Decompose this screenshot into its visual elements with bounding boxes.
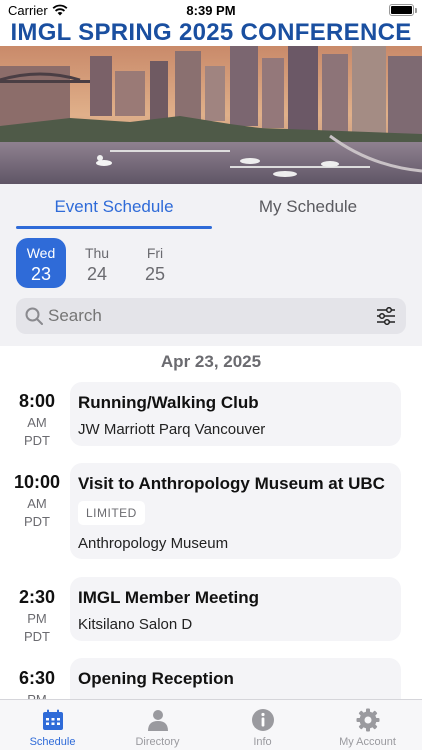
gear-icon	[356, 708, 380, 732]
nav-schedule[interactable]: Schedule	[0, 700, 105, 750]
event-card-imgl-member-meeting[interactable]: IMGL Member Meeting Kitsilano Salon D	[70, 577, 401, 641]
nav-my-account[interactable]: My Account	[315, 700, 420, 750]
event-time-tz: PDT	[24, 514, 50, 529]
event-time-ampm: AM	[27, 415, 47, 430]
event-time-ampm: AM	[27, 496, 47, 511]
filter-sliders-icon[interactable]	[376, 307, 396, 325]
nav-directory[interactable]: Directory	[105, 700, 210, 750]
schedule-tabs: Event Schedule My Schedule	[0, 184, 422, 230]
day-name: Thu	[84, 245, 110, 261]
clock: 8:39 PM	[186, 3, 236, 18]
event-time-ampm: PM	[27, 611, 47, 626]
tab-event-schedule[interactable]: Event Schedule	[16, 184, 212, 230]
person-icon	[148, 710, 168, 731]
day-button-wed[interactable]: Wed 23	[16, 238, 66, 288]
nav-label: Schedule	[29, 736, 76, 748]
event-card-anthropology-museum-visit[interactable]: Visit to Anthropology Museum at UBC LIMI…	[70, 463, 401, 559]
search-icon	[25, 307, 43, 325]
active-tab-indicator	[16, 226, 212, 229]
day-number: 25	[144, 264, 166, 284]
day-selector: Wed 23 Thu 24 Fri 25	[0, 230, 422, 290]
search-input[interactable]	[48, 298, 348, 334]
event-time-hm: 2:30	[18, 587, 56, 607]
battery-icon	[389, 4, 417, 16]
tab-my-schedule[interactable]: My Schedule	[210, 184, 406, 230]
calendar-icon	[43, 709, 63, 730]
event-time-hm: 10:00	[13, 472, 61, 492]
date-header: Apr 23, 2025	[160, 352, 262, 371]
event-title: IMGL Member Meeting	[78, 588, 260, 607]
event-time: 10:00 AM PDT	[6, 472, 68, 529]
info-icon	[252, 709, 274, 731]
day-name: Wed	[26, 245, 56, 261]
event-title: Visit to Anthropology Museum at UBC	[78, 474, 385, 493]
bottom-tab-bar: Schedule Directory Info My Account	[0, 699, 422, 750]
limited-badge: LIMITED	[78, 501, 145, 525]
event-time-tz: PDT	[24, 629, 50, 644]
event-title: Running/Walking Club	[78, 393, 259, 412]
hero-image	[0, 46, 422, 184]
day-button-thu[interactable]: Thu 24	[72, 238, 122, 288]
event-time-hm: 6:30	[18, 668, 56, 688]
search-area	[0, 290, 422, 346]
nav-label: Directory	[135, 736, 180, 748]
event-card-opening-reception[interactable]: Opening Reception	[70, 658, 401, 699]
event-time: 8:00 AM PDT	[6, 391, 68, 448]
event-card-running-walking-club[interactable]: Running/Walking Club JW Marriott Parq Va…	[70, 382, 401, 446]
event-location: Anthropology Museum	[78, 535, 229, 552]
event-time-hm: 8:00	[18, 391, 56, 411]
nav-label: Info	[253, 736, 272, 748]
event-time-tz: PDT	[24, 433, 50, 448]
day-number: 23	[30, 264, 52, 284]
nav-info[interactable]: Info	[210, 700, 315, 750]
search-bar	[16, 298, 406, 334]
nav-label: My Account	[339, 736, 396, 748]
event-title: Opening Reception	[78, 669, 234, 688]
day-number: 24	[86, 264, 108, 284]
status-bar: Carrier 8:39 PM	[0, 0, 422, 20]
day-name: Fri	[146, 245, 164, 261]
event-time: 2:30 PM PDT	[6, 587, 68, 644]
event-location: JW Marriott Parq Vancouver	[78, 421, 266, 438]
conference-title: IMGL SPRING 2025 CONFERENCE	[10, 19, 412, 46]
day-button-fri[interactable]: Fri 25	[130, 238, 180, 288]
event-location: Kitsilano Salon D	[78, 616, 193, 633]
